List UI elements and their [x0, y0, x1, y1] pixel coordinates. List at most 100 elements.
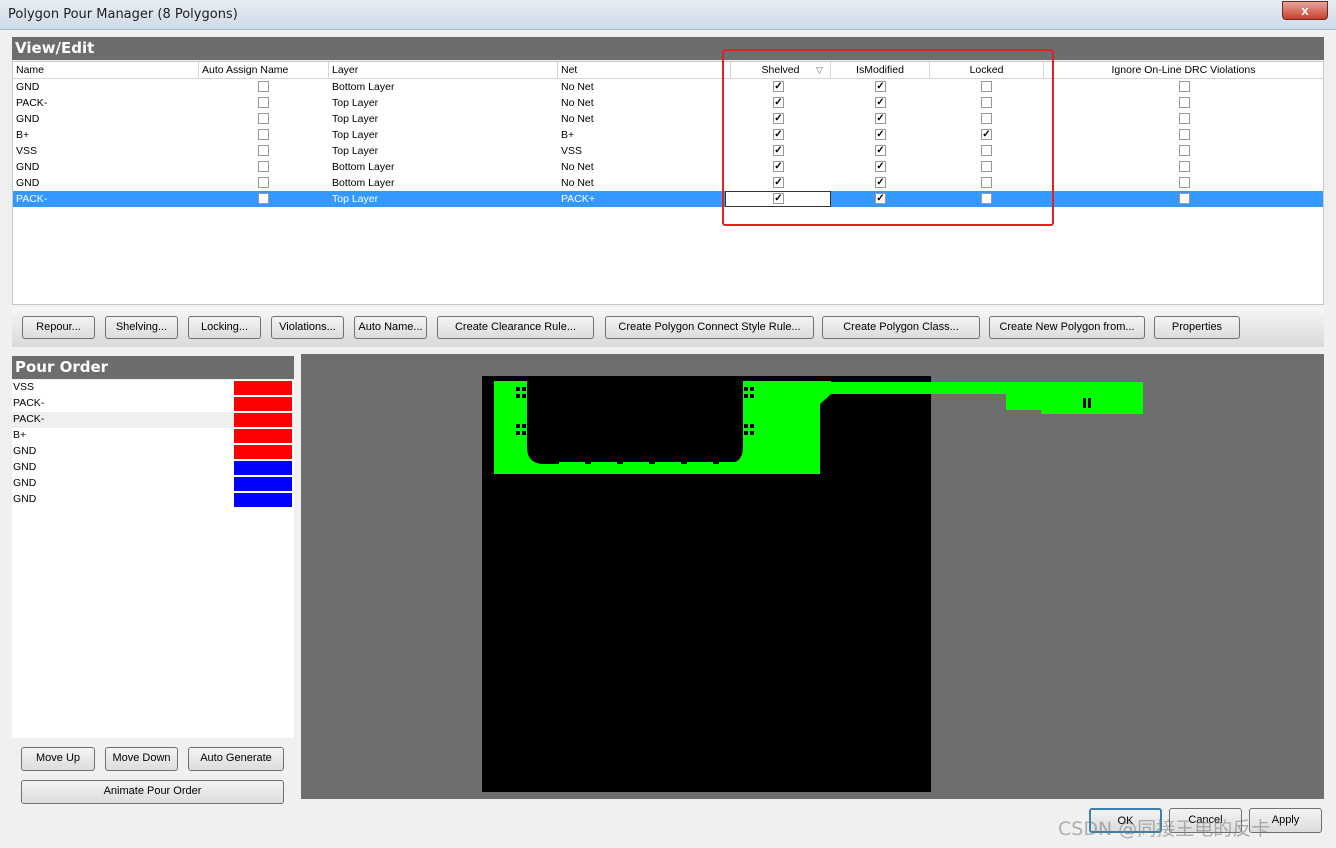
- shelved-checkbox[interactable]: ✓: [773, 81, 784, 92]
- list-item[interactable]: GND: [12, 460, 294, 476]
- locked-checkbox[interactable]: [981, 81, 992, 92]
- col-header-locked[interactable]: Locked: [930, 62, 1044, 78]
- is-modified-checkbox[interactable]: ✓: [875, 81, 886, 92]
- create-new-polygon-from-button[interactable]: Create New Polygon from...: [989, 316, 1145, 339]
- repour-button[interactable]: Repour...: [22, 316, 95, 339]
- table-row[interactable]: PACK- Top Layer PACK+ ✓ ✓: [13, 191, 1323, 207]
- close-button[interactable]: x: [1282, 1, 1328, 20]
- pour-order-list[interactable]: VSS PACK- PACK- B+ GND GND GND GND: [12, 380, 294, 738]
- ignore-drc-checkbox[interactable]: [1179, 177, 1190, 188]
- is-modified-checkbox[interactable]: ✓: [875, 129, 886, 140]
- list-item[interactable]: GND: [12, 492, 294, 508]
- shelved-checkbox[interactable]: ✓: [773, 193, 784, 204]
- properties-button[interactable]: Properties: [1154, 316, 1240, 339]
- locked-checkbox[interactable]: [981, 193, 992, 204]
- cell-layer: Bottom Layer: [332, 161, 395, 173]
- cell-layer: Top Layer: [332, 97, 379, 109]
- is-modified-checkbox[interactable]: ✓: [875, 177, 886, 188]
- polygon-grid[interactable]: Name Auto Assign Name Layer Net Shelved …: [12, 61, 1324, 305]
- ignore-drc-checkbox[interactable]: [1179, 193, 1190, 204]
- auto-assign-checkbox[interactable]: [258, 145, 269, 156]
- auto-assign-checkbox[interactable]: [258, 81, 269, 92]
- cell-layer: Top Layer: [332, 129, 379, 141]
- is-modified-checkbox[interactable]: ✓: [875, 161, 886, 172]
- is-modified-checkbox[interactable]: ✓: [875, 113, 886, 124]
- list-item[interactable]: PACK-: [12, 396, 294, 412]
- create-clearance-rule-button[interactable]: Create Clearance Rule...: [437, 316, 594, 339]
- auto-generate-button[interactable]: Auto Generate: [188, 747, 284, 771]
- pour-color-swatch: [234, 429, 292, 443]
- col-header-net[interactable]: Net: [558, 62, 731, 78]
- ignore-drc-checkbox[interactable]: [1179, 97, 1190, 108]
- table-row[interactable]: VSS Top Layer VSS ✓ ✓: [13, 143, 1323, 159]
- auto-assign-checkbox[interactable]: [258, 97, 269, 108]
- move-down-button[interactable]: Move Down: [105, 747, 178, 771]
- cell-layer: Top Layer: [332, 145, 379, 157]
- cell-net: VSS: [561, 145, 583, 157]
- table-row[interactable]: GND Bottom Layer No Net ✓ ✓: [13, 159, 1323, 175]
- cell-name: GND: [16, 177, 40, 189]
- shelved-checkbox[interactable]: ✓: [773, 97, 784, 108]
- cell-net: B+: [561, 129, 575, 141]
- pour-item-label: B+: [13, 429, 27, 441]
- col-header-shelved[interactable]: Shelved ▽: [731, 62, 831, 78]
- auto-assign-checkbox[interactable]: [258, 193, 269, 204]
- locked-checkbox[interactable]: [981, 113, 992, 124]
- locked-checkbox[interactable]: [981, 177, 992, 188]
- locked-checkbox[interactable]: [981, 145, 992, 156]
- cell-net: PACK+: [561, 193, 595, 205]
- auto-assign-checkbox[interactable]: [258, 129, 269, 140]
- shelved-checkbox[interactable]: ✓: [773, 145, 784, 156]
- shelving-button[interactable]: Shelving...: [105, 316, 178, 339]
- table-row[interactable]: GND Bottom Layer No Net ✓ ✓: [13, 79, 1323, 95]
- is-modified-checkbox[interactable]: ✓: [875, 193, 886, 204]
- auto-assign-checkbox[interactable]: [258, 161, 269, 172]
- cell-layer: Top Layer: [332, 193, 379, 205]
- col-header-auto-assign[interactable]: Auto Assign Name: [199, 62, 329, 78]
- list-item[interactable]: PACK-: [12, 412, 294, 428]
- col-header-is-modified[interactable]: IsModified: [831, 62, 930, 78]
- shelved-checkbox[interactable]: ✓: [773, 177, 784, 188]
- ignore-drc-checkbox[interactable]: [1179, 145, 1190, 156]
- list-item[interactable]: GND: [12, 476, 294, 492]
- cell-net: No Net: [561, 177, 594, 189]
- locked-checkbox[interactable]: [981, 97, 992, 108]
- animate-pour-order-button[interactable]: Animate Pour Order: [21, 780, 284, 804]
- ignore-drc-checkbox[interactable]: [1179, 81, 1190, 92]
- list-item[interactable]: GND: [12, 444, 294, 460]
- table-row[interactable]: GND Bottom Layer No Net ✓ ✓: [13, 175, 1323, 191]
- list-item[interactable]: VSS: [12, 380, 294, 396]
- create-polygon-class-button[interactable]: Create Polygon Class...: [822, 316, 980, 339]
- move-up-button[interactable]: Move Up: [21, 747, 95, 771]
- table-row[interactable]: GND Top Layer No Net ✓ ✓: [13, 111, 1323, 127]
- auto-assign-checkbox[interactable]: [258, 113, 269, 124]
- col-header-layer[interactable]: Layer: [329, 62, 558, 78]
- ignore-drc-checkbox[interactable]: [1179, 113, 1190, 124]
- shelved-checkbox[interactable]: ✓: [773, 129, 784, 140]
- table-row[interactable]: PACK- Top Layer No Net ✓ ✓: [13, 95, 1323, 111]
- is-modified-checkbox[interactable]: ✓: [875, 97, 886, 108]
- locking-button[interactable]: Locking...: [188, 316, 261, 339]
- create-connect-style-rule-button[interactable]: Create Polygon Connect Style Rule...: [605, 316, 814, 339]
- sort-descending-icon: ▽: [816, 65, 823, 75]
- list-item[interactable]: B+: [12, 428, 294, 444]
- ignore-drc-checkbox[interactable]: [1179, 161, 1190, 172]
- col-header-ignore-drc[interactable]: Ignore On-Line DRC Violations: [1044, 62, 1323, 78]
- violations-button[interactable]: Violations...: [271, 316, 344, 339]
- table-row[interactable]: B+ Top Layer B+ ✓ ✓ ✓: [13, 127, 1323, 143]
- shelved-checkbox[interactable]: ✓: [773, 161, 784, 172]
- auto-assign-checkbox[interactable]: [258, 177, 269, 188]
- cell-name: GND: [16, 81, 40, 93]
- pour-item-label: GND: [13, 461, 37, 473]
- locked-checkbox[interactable]: ✓: [981, 129, 992, 140]
- ignore-drc-checkbox[interactable]: [1179, 129, 1190, 140]
- is-modified-checkbox[interactable]: ✓: [875, 145, 886, 156]
- auto-name-button[interactable]: Auto Name...: [354, 316, 427, 339]
- pour-color-swatch: [234, 413, 292, 427]
- locked-checkbox[interactable]: [981, 161, 992, 172]
- cell-net: No Net: [561, 113, 594, 125]
- shelved-checkbox[interactable]: ✓: [773, 113, 784, 124]
- pcb-preview[interactable]: [301, 354, 1324, 799]
- pour-item-label: GND: [13, 445, 37, 457]
- col-header-name[interactable]: Name: [13, 62, 199, 78]
